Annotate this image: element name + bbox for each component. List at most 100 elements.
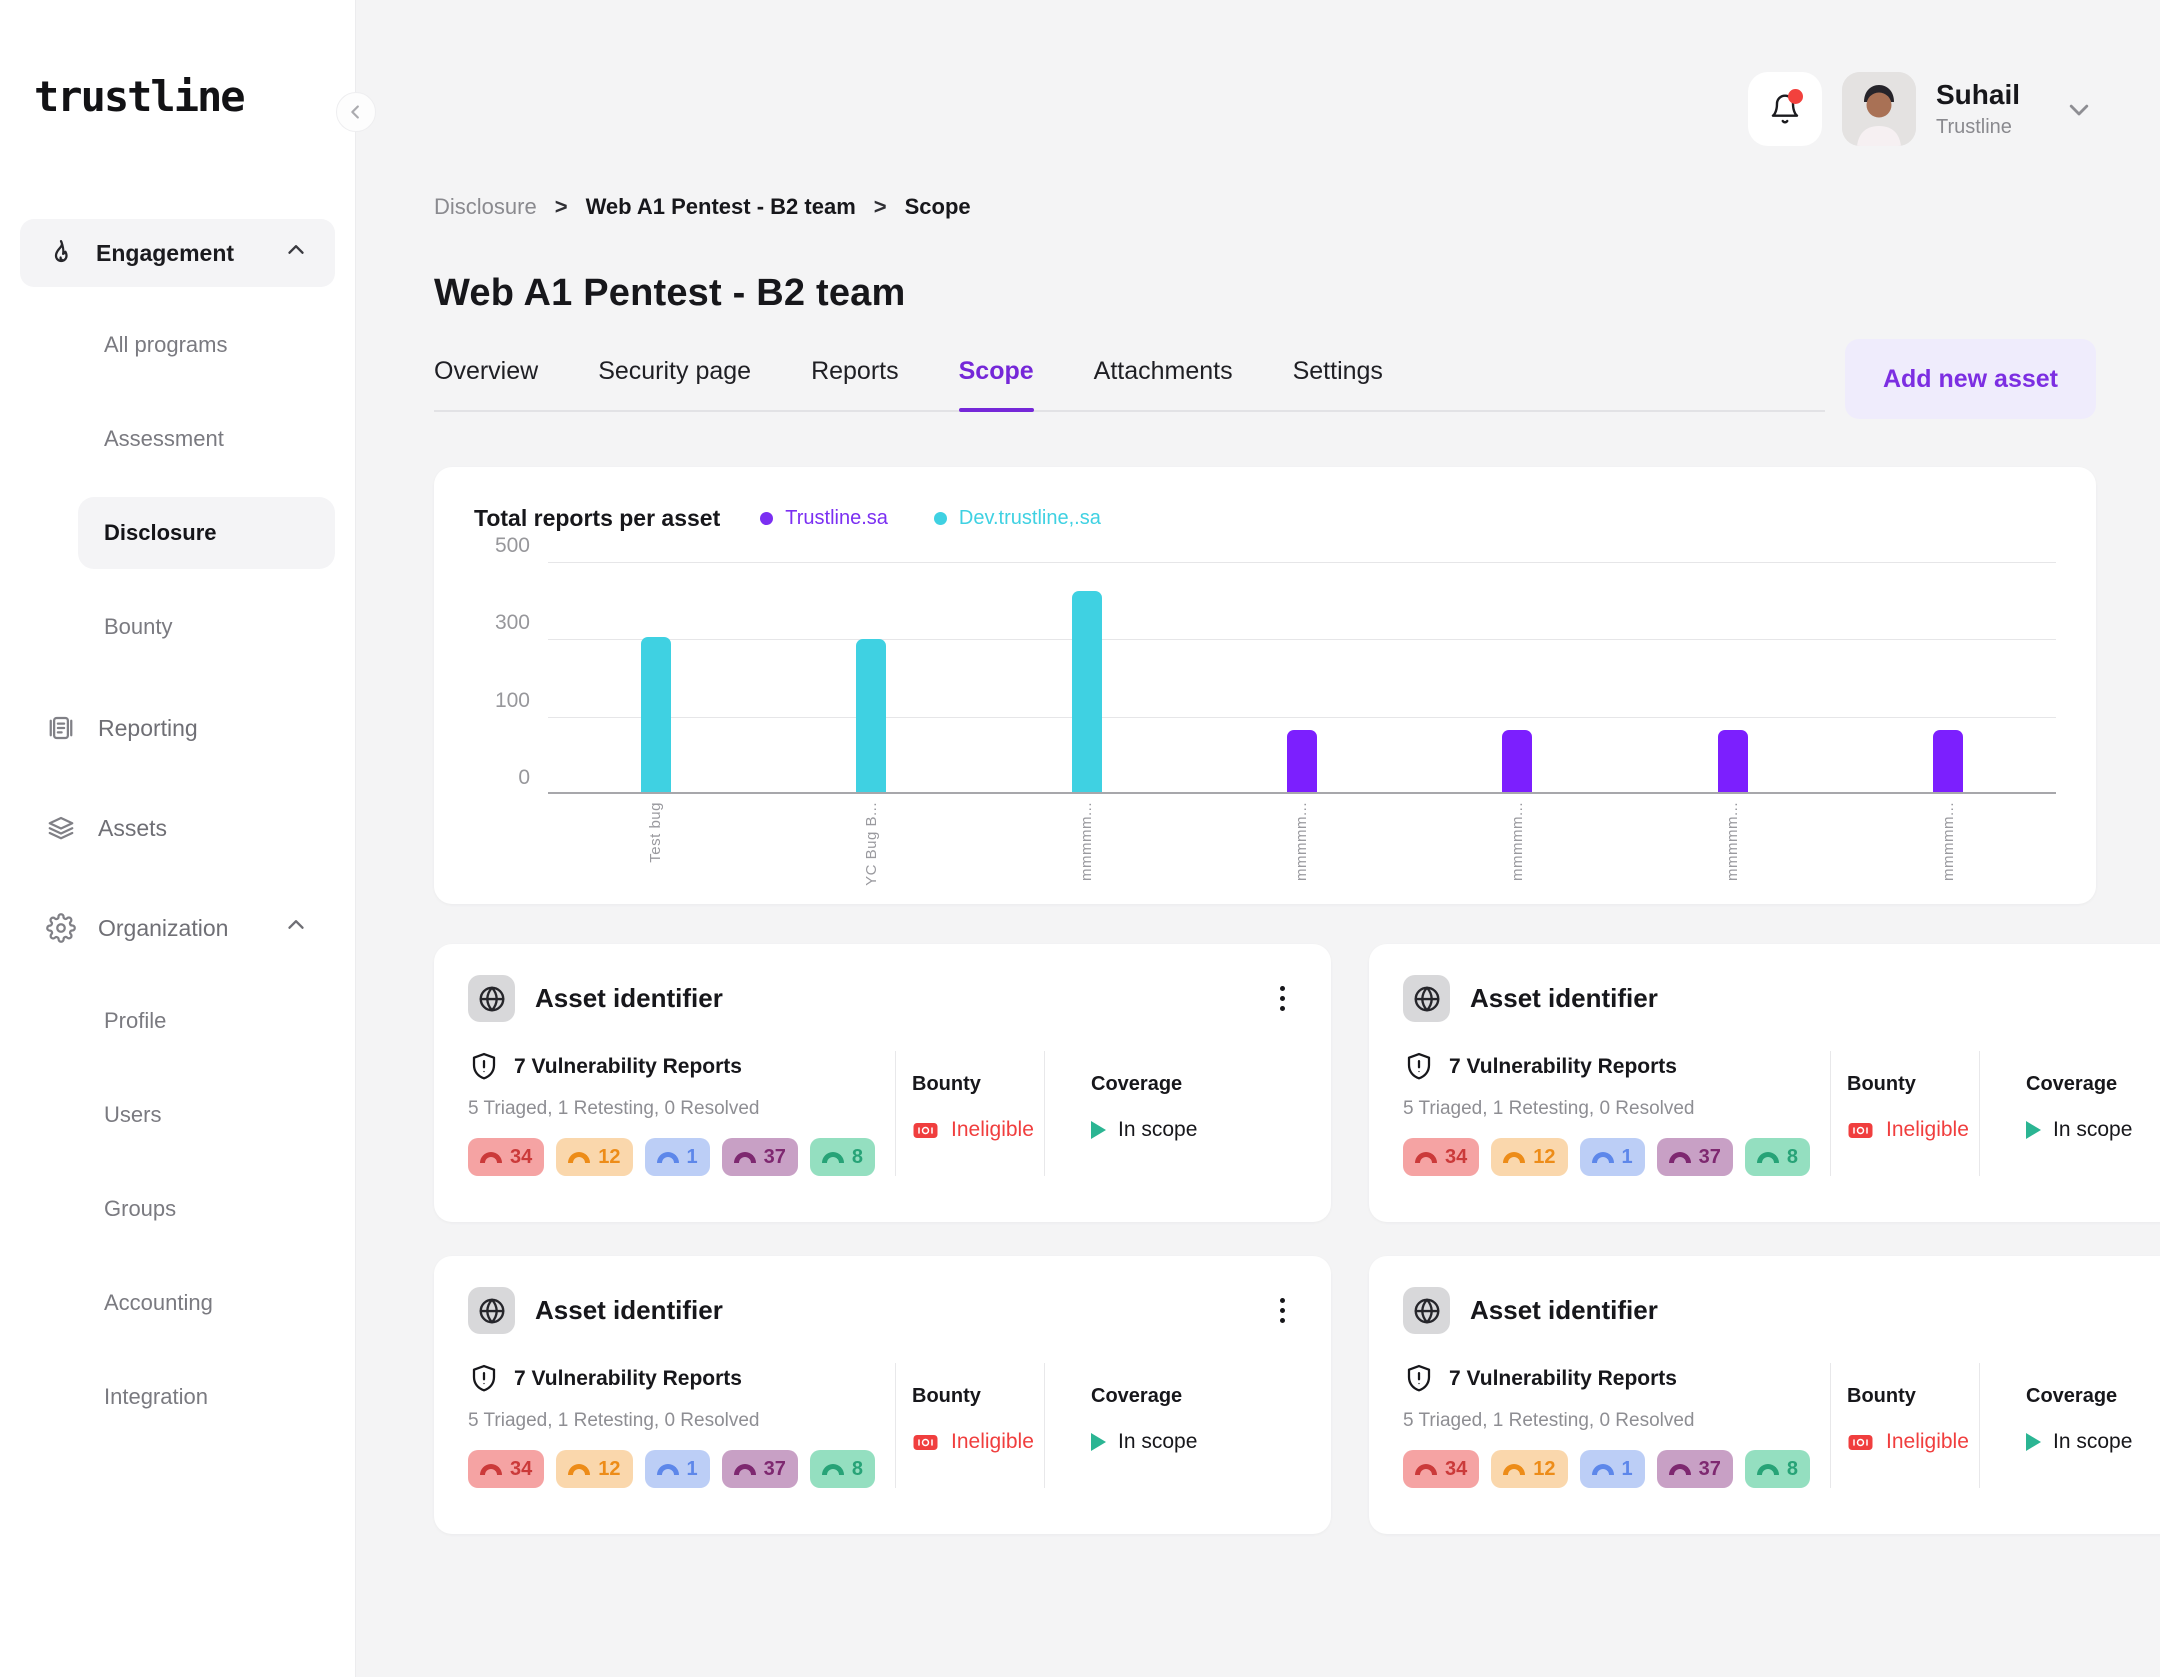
sidebar-item-disclosure[interactable]: Disclosure xyxy=(78,497,335,569)
sidebar-item-accounting[interactable]: Accounting xyxy=(78,1267,335,1339)
sidebar-item-label: Assets xyxy=(98,815,167,842)
chart-bar-trustline-sa[interactable] xyxy=(1718,730,1748,792)
chart-bar-dev-trustline-sa[interactable] xyxy=(641,637,671,792)
breadcrumb-item-web-a1-pentest-b2-team[interactable]: Web A1 Pentest - B2 team xyxy=(586,194,856,220)
sidebar-item-reporting[interactable]: Reporting xyxy=(20,693,335,763)
y-tick-label: 500 xyxy=(495,534,530,558)
chart-bar-trustline-sa[interactable] xyxy=(1287,730,1317,792)
severity-badge: 1 xyxy=(1580,1138,1645,1176)
sidebar-item-engagement[interactable]: Engagement xyxy=(20,219,335,287)
gauge-arc-icon xyxy=(1415,1152,1437,1163)
reports-breakdown: 5 Triaged, 1 Retesting, 0 Resolved xyxy=(1403,1098,1810,1120)
sidebar-item-profile[interactable]: Profile xyxy=(78,985,335,1057)
bar-column xyxy=(763,562,978,792)
vulnerability-summary: 7 Vulnerability Reports 5 Triaged, 1 Ret… xyxy=(468,1363,895,1488)
severity-count: 37 xyxy=(1699,1146,1721,1169)
user-menu[interactable]: Suhail Trustline xyxy=(1936,81,2020,137)
severity-badges: 34121378 xyxy=(468,1138,875,1176)
reports-breakdown: 5 Triaged, 1 Retesting, 0 Resolved xyxy=(468,1098,875,1120)
user-organization: Trustline xyxy=(1936,117,2020,137)
page-title: Web A1 Pentest - B2 team xyxy=(434,272,2096,315)
chevron-down-icon[interactable] xyxy=(2062,92,2096,126)
play-icon xyxy=(1091,1433,1106,1451)
chart-legend: Trustline.sa Dev.trustline,.sa xyxy=(760,507,1101,530)
y-axis: 5003001000 xyxy=(474,562,530,794)
sidebar-item-label: Engagement xyxy=(96,240,234,267)
notifications-button[interactable] xyxy=(1748,72,1822,146)
sidebar-item-organization[interactable]: Organization xyxy=(20,893,335,963)
asset-card-body: 7 Vulnerability Reports 5 Triaged, 1 Ret… xyxy=(1403,1363,2160,1488)
kebab-menu-button[interactable] xyxy=(1268,974,1297,1023)
sidebar-item-all-programs[interactable]: All programs xyxy=(78,309,335,381)
breadcrumb-item-disclosure[interactable]: Disclosure xyxy=(434,194,537,220)
chart-header: Total reports per asset Trustline.saDev.… xyxy=(474,505,2056,532)
globe-icon xyxy=(468,1287,515,1334)
sidebar-item-assessment[interactable]: Assessment xyxy=(78,403,335,475)
sidebar-item-bounty[interactable]: Bounty xyxy=(78,591,335,663)
kebab-menu-button[interactable] xyxy=(1268,1286,1297,1335)
coverage-status: In scope xyxy=(2026,1430,2160,1454)
legend-item-dev-trustline-sa[interactable]: Dev.trustline,.sa xyxy=(934,507,1101,530)
sidebar-item-groups[interactable]: Groups xyxy=(78,1173,335,1245)
severity-badge: 12 xyxy=(1491,1138,1567,1176)
asset-card-header: Asset identifier xyxy=(1403,1286,2160,1335)
severity-badge: 12 xyxy=(556,1138,632,1176)
severity-count: 12 xyxy=(1533,1458,1555,1481)
avatar[interactable] xyxy=(1842,72,1916,146)
severity-badge: 37 xyxy=(722,1138,798,1176)
banknote-icon xyxy=(912,1120,939,1141)
bar-column xyxy=(1194,562,1409,792)
chart-bar-trustline-sa[interactable] xyxy=(1502,730,1532,792)
add-new-asset-button[interactable]: Add new asset xyxy=(1845,339,2096,419)
vulnerability-summary: 7 Vulnerability Reports 5 Triaged, 1 Ret… xyxy=(1403,1051,1830,1176)
asset-title: Asset identifier xyxy=(1470,983,1658,1014)
severity-badge: 37 xyxy=(1657,1450,1733,1488)
coverage-column: Coverage In scope xyxy=(1045,1363,1297,1488)
legend-label: Trustline.sa xyxy=(785,507,888,530)
globe-icon xyxy=(1403,975,1450,1022)
legend-item-trustline-sa[interactable]: Trustline.sa xyxy=(760,507,888,530)
severity-count: 8 xyxy=(1787,1146,1798,1169)
sidebar-collapse-button[interactable] xyxy=(336,92,376,132)
banknote-icon xyxy=(1847,1432,1874,1453)
severity-count: 37 xyxy=(764,1146,786,1169)
chart-bar-trustline-sa[interactable] xyxy=(1933,730,1963,792)
asset-title: Asset identifier xyxy=(535,1295,723,1326)
avatar-photo xyxy=(1842,72,1916,146)
legend-dot xyxy=(760,512,773,525)
severity-badge: 8 xyxy=(810,1450,875,1488)
bounty-label: Bounty xyxy=(912,1073,1044,1096)
chart-bar-dev-trustline-sa[interactable] xyxy=(856,639,886,792)
tab-attachments[interactable]: Attachments xyxy=(1094,357,1233,412)
banknote-icon xyxy=(1847,1120,1874,1141)
tab-security-page[interactable]: Security page xyxy=(598,357,751,412)
gauge-arc-icon xyxy=(1669,1152,1691,1163)
gauge-arc-icon xyxy=(1503,1152,1525,1163)
severity-count: 1 xyxy=(1622,1146,1633,1169)
x-column: mmmmm... xyxy=(1194,802,1409,888)
x-tick-label: mmmmm... xyxy=(1724,802,1741,881)
play-icon xyxy=(2026,1433,2041,1451)
notification-badge xyxy=(1788,89,1803,104)
severity-count: 12 xyxy=(598,1458,620,1481)
breadcrumb: Disclosure>Web A1 Pentest - B2 team>Scop… xyxy=(434,194,2096,220)
report-icon xyxy=(46,713,76,743)
gauge-arc-icon xyxy=(1503,1464,1525,1475)
gauge-arc-icon xyxy=(480,1464,502,1475)
chart-bar-dev-trustline-sa[interactable] xyxy=(1072,591,1102,792)
severity-count: 12 xyxy=(598,1146,620,1169)
asset-card-body: 7 Vulnerability Reports 5 Triaged, 1 Ret… xyxy=(468,1363,1297,1488)
vulnerability-summary: 7 Vulnerability Reports 5 Triaged, 1 Ret… xyxy=(468,1051,895,1176)
severity-badge: 12 xyxy=(556,1450,632,1488)
sidebar-item-integration[interactable]: Integration xyxy=(78,1361,335,1433)
tab-settings[interactable]: Settings xyxy=(1293,357,1383,412)
tab-reports[interactable]: Reports xyxy=(811,357,899,412)
tab-scope[interactable]: Scope xyxy=(959,357,1034,412)
breadcrumb-item-scope[interactable]: Scope xyxy=(905,194,971,220)
main-content: Suhail Trustline Disclosure>Web A1 Pente… xyxy=(356,0,2160,1677)
sidebar-item-users[interactable]: Users xyxy=(78,1079,335,1151)
sidebar-item-assets[interactable]: Assets xyxy=(20,793,335,863)
gauge-arc-icon xyxy=(1592,1152,1614,1163)
severity-count: 1 xyxy=(687,1458,698,1481)
tab-overview[interactable]: Overview xyxy=(434,357,538,412)
